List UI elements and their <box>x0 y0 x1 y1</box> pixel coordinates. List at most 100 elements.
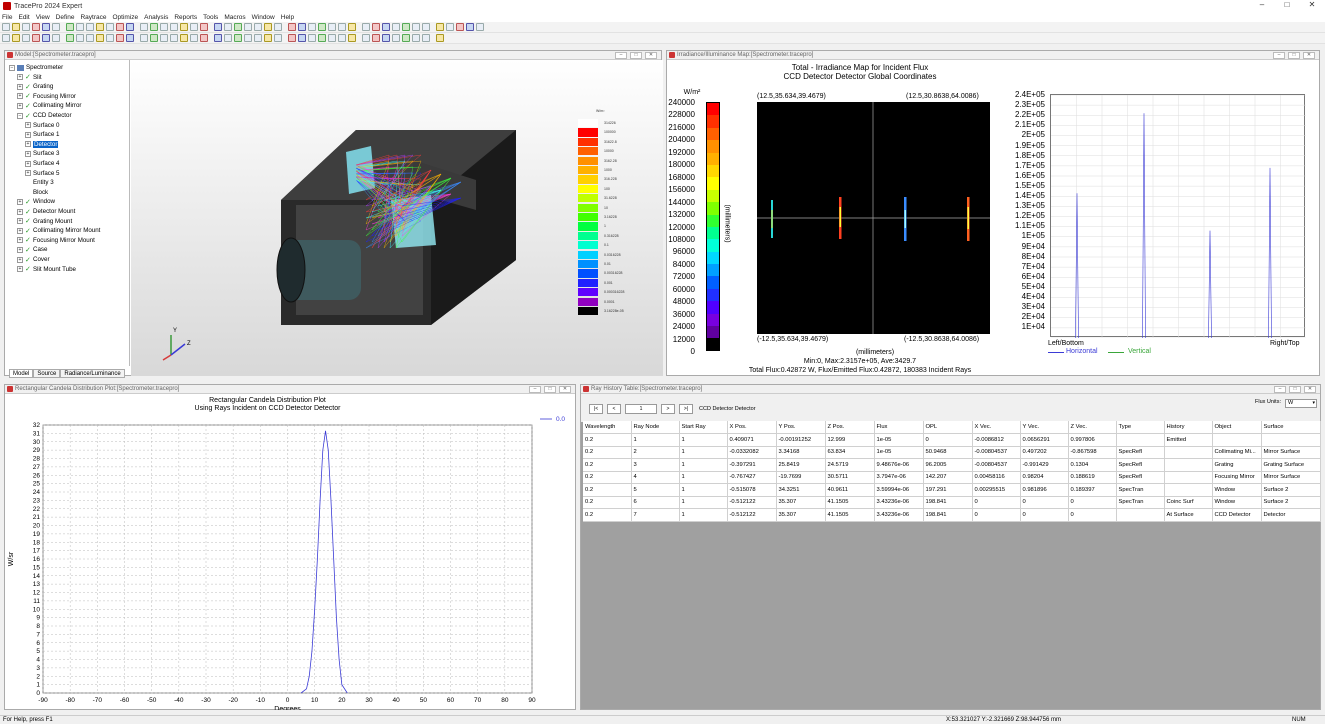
expand-icon[interactable]: + <box>17 83 23 90</box>
toolbar-button-icon[interactable] <box>106 34 114 42</box>
restore-icon[interactable]: □ <box>1288 52 1300 59</box>
toolbar-button-icon[interactable] <box>180 23 188 31</box>
toolbar-button-icon[interactable] <box>382 23 390 31</box>
toolbar-button-icon[interactable] <box>328 34 336 42</box>
toolbar-button-icon[interactable] <box>96 23 104 31</box>
toolbar-button-icon[interactable] <box>328 23 336 31</box>
toolbar-button-icon[interactable] <box>298 23 306 31</box>
column-header[interactable]: X Vec. <box>972 421 1021 434</box>
column-header[interactable]: Y Vec. <box>1020 421 1069 434</box>
expand-icon[interactable]: + <box>17 208 23 215</box>
expand-icon[interactable]: + <box>25 150 31 157</box>
toolbar-button-icon[interactable] <box>140 34 148 42</box>
page-number-input[interactable]: 1 <box>625 404 657 414</box>
tree-item[interactable]: + ✓ Collimating Mirror <box>17 101 81 110</box>
toolbar-button-icon[interactable] <box>362 23 370 31</box>
toolbar-button-icon[interactable] <box>244 34 252 42</box>
close-icon[interactable]: ✕ <box>559 386 571 393</box>
toolbar-button-icon[interactable] <box>214 34 222 42</box>
expand-icon[interactable]: + <box>17 246 23 253</box>
tree-item[interactable]: + ✓ Detector Mount <box>17 207 75 216</box>
toolbar-button-icon[interactable] <box>372 23 380 31</box>
tree-item[interactable]: − ✓ CCD Detector <box>17 111 72 120</box>
prev-page-button[interactable]: < <box>607 404 621 414</box>
toolbar-button-icon[interactable] <box>160 23 168 31</box>
restore-icon[interactable]: □ <box>1289 386 1301 393</box>
toolbar-button-icon[interactable] <box>318 34 326 42</box>
toolbar-button-icon[interactable] <box>456 23 464 31</box>
collapse-icon[interactable]: − <box>9 64 15 71</box>
expand-icon[interactable]: + <box>25 141 31 148</box>
profile-plot[interactable] <box>1050 94 1306 339</box>
tree-item[interactable]: Block <box>25 188 48 197</box>
toolbar-button-icon[interactable] <box>190 34 198 42</box>
toolbar-button-icon[interactable] <box>412 23 420 31</box>
tree-item[interactable]: + ✓ Case <box>17 245 47 254</box>
toolbar-button-icon[interactable] <box>402 23 410 31</box>
toolbar-button-icon[interactable] <box>288 23 296 31</box>
flux-units-select[interactable]: W ▾ <box>1285 399 1317 408</box>
table-row[interactable]: 0.2 5 1 -0.515078 34.3251 40.9611 3.59994e-06 1… <box>583 483 1321 497</box>
tree-item[interactable]: + ✓ Grating <box>17 82 53 91</box>
toolbar-button-icon[interactable] <box>22 34 30 42</box>
tree-item[interactable]: + ✓ Grating Mount <box>17 217 72 226</box>
toolbar-button-icon[interactable] <box>170 23 178 31</box>
column-header[interactable]: Y Pos. <box>776 421 826 434</box>
toolbar-button-icon[interactable] <box>392 34 400 42</box>
toolbar-button-icon[interactable] <box>150 23 158 31</box>
minimize-icon[interactable]: – <box>1274 386 1286 393</box>
close-button[interactable]: ✕ <box>1302 0 1322 9</box>
toolbar-button-icon[interactable] <box>412 34 420 42</box>
toolbar-button-icon[interactable] <box>32 34 40 42</box>
expand-icon[interactable]: + <box>25 170 31 177</box>
toolbar-button-icon[interactable] <box>2 23 10 31</box>
tree-item[interactable]: + ✓ Focusing Mirror <box>17 92 76 101</box>
maximize-button[interactable]: □ <box>1277 0 1297 9</box>
expand-icon[interactable]: + <box>17 237 23 244</box>
toolbar-button-icon[interactable] <box>422 34 430 42</box>
menu-view[interactable]: View <box>36 14 50 21</box>
column-header[interactable]: History <box>1164 421 1213 434</box>
last-page-button[interactable]: >| <box>679 404 693 414</box>
toolbar-button-icon[interactable] <box>190 23 198 31</box>
tree-item[interactable]: + ✓ Slit <box>17 73 42 82</box>
column-header[interactable]: Surface <box>1261 421 1321 434</box>
tree-item[interactable]: Entity 3 <box>25 178 54 187</box>
toolbar-button-icon[interactable] <box>180 34 188 42</box>
toolbar-button-icon[interactable] <box>362 34 370 42</box>
toolbar-button-icon[interactable] <box>224 34 232 42</box>
column-header[interactable]: Z Pos. <box>825 421 875 434</box>
toolbar-button-icon[interactable] <box>76 23 84 31</box>
toolbar-button-icon[interactable] <box>254 23 262 31</box>
toolbar-button-icon[interactable] <box>436 34 444 42</box>
tab-source[interactable]: Source <box>33 369 61 378</box>
toolbar-button-icon[interactable] <box>86 23 94 31</box>
toolbar-button-icon[interactable] <box>170 34 178 42</box>
toolbar-button-icon[interactable] <box>298 34 306 42</box>
tree-item[interactable]: + Surface 1 <box>25 130 59 139</box>
column-header[interactable]: Wavelength <box>583 421 632 434</box>
menu-optimize[interactable]: Optimize <box>112 14 138 21</box>
table-row[interactable]: 0.2 4 1 -0.767427 -19.7699 30.5711 3.7947e-06 1… <box>583 471 1321 484</box>
restore-icon[interactable]: □ <box>544 386 556 393</box>
toolbar-button-icon[interactable] <box>446 23 454 31</box>
table-row[interactable]: 0.2 7 1 -0.512122 35.307 41.1505 3.43236e-06 19… <box>583 508 1321 522</box>
column-header[interactable]: Z Vec. <box>1068 421 1117 434</box>
toolbar-button-icon[interactable] <box>52 23 60 31</box>
expand-icon[interactable]: + <box>17 93 23 100</box>
toolbar-button-icon[interactable] <box>392 23 400 31</box>
candela-chart[interactable]: Rectangular Candela Distribution PlotUsi… <box>5 394 577 710</box>
tree-item[interactable]: − Spectrometer <box>9 63 63 72</box>
menu-analysis[interactable]: Analysis <box>144 14 168 21</box>
toolbar-button-icon[interactable] <box>42 23 50 31</box>
menu-raytrace[interactable]: Raytrace <box>80 14 106 21</box>
toolbar-button-icon[interactable] <box>12 23 20 31</box>
next-page-button[interactable]: > <box>661 404 675 414</box>
minimize-button[interactable]: – <box>1252 0 1272 9</box>
expand-icon[interactable]: + <box>17 102 23 109</box>
toolbar-button-icon[interactable] <box>214 23 222 31</box>
tree-item[interactable]: + Surface 0 <box>25 121 59 130</box>
toolbar-button-icon[interactable] <box>22 23 30 31</box>
table-row[interactable]: 0.2 6 1 -0.512122 35.307 41.1505 3.43236e-06 19… <box>583 496 1321 509</box>
toolbar-button-icon[interactable] <box>66 23 74 31</box>
